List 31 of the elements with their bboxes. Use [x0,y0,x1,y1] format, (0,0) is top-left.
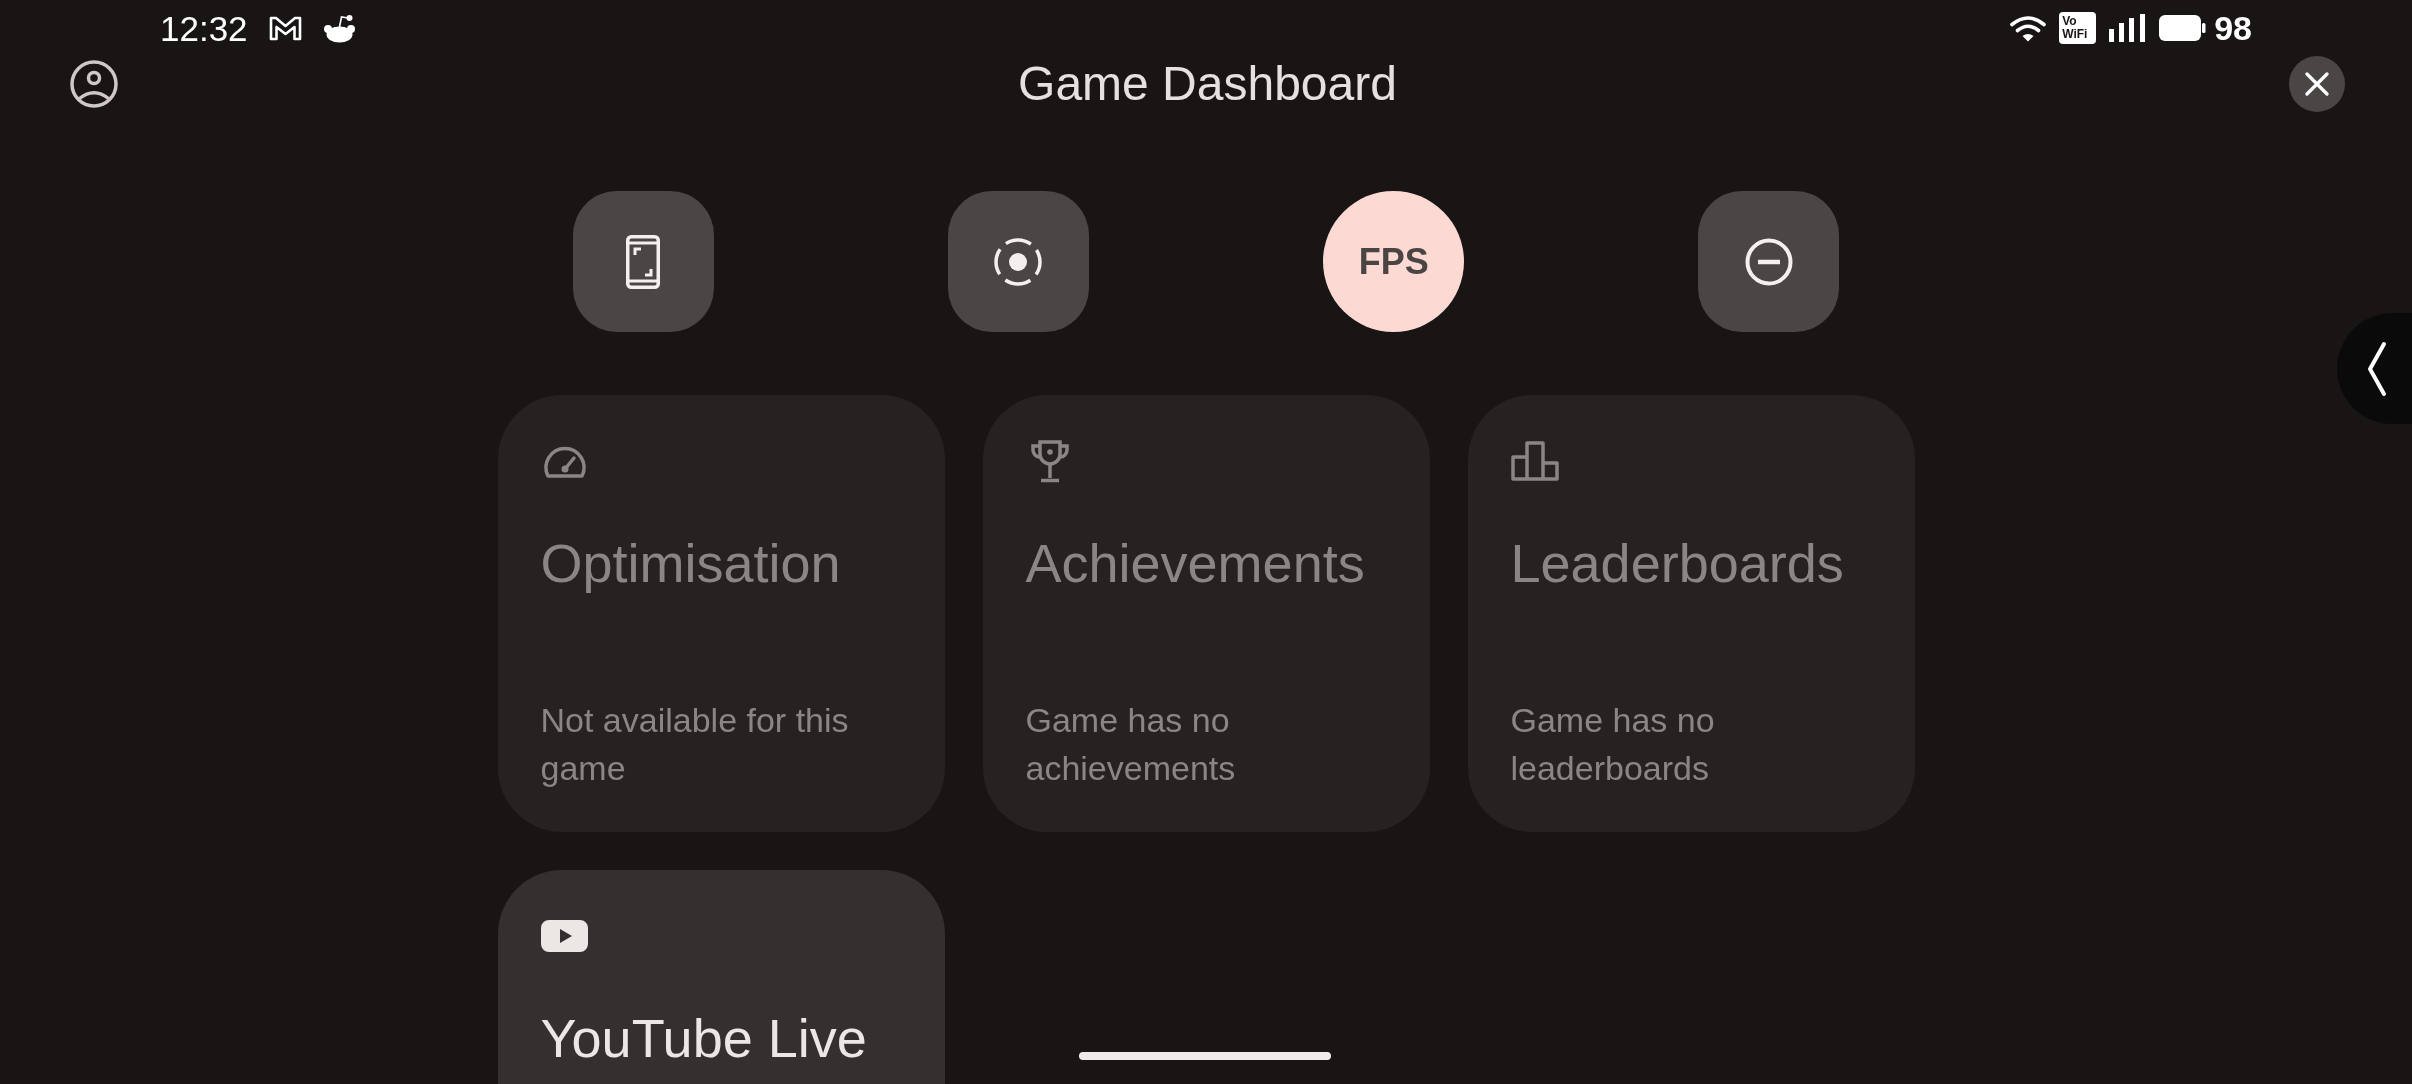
account-icon[interactable] [70,60,118,108]
side-panel-handle[interactable] [2337,313,2412,424]
toggle-button[interactable] [1698,191,1840,332]
vowifi-badge: Vo WiFi [2059,12,2097,44]
chevron-left-icon [2367,340,2387,397]
clock-time: 12:32 [160,10,248,46]
toggle-button[interactable]: FPS [1323,191,1465,332]
dashboard-tile[interactable]: YouTube Live [497,870,945,1084]
alien-logo-icon [322,13,356,43]
tile-title: Leaderboards [1510,533,1845,593]
tile-title: Achievements [1025,533,1366,593]
page-title: Game Dashboard [1018,56,1397,112]
close-button[interactable] [2289,56,2345,112]
battery-percentage: 98 [2214,11,2252,45]
toggle-button[interactable] [947,191,1089,332]
tile-subtitle: Not available for this game [540,700,850,789]
tile-subtitle: Game has no achievements [1025,700,1237,789]
battery-icon [2159,15,2207,41]
tile-title: Optimisation [540,533,842,593]
mail-logo-icon [268,15,302,41]
signal-icon [2109,14,2147,42]
minus-circle-icon [1745,237,1793,286]
phone-icon [626,234,660,289]
tile-title: YouTube Live [540,1008,868,1068]
tile-subtitle: Game has no leaderboards [1510,700,1716,789]
video-play-icon [540,920,588,952]
record-icon [992,235,1045,288]
wifi-icon [2010,14,2047,42]
podium-icon [1510,441,1559,481]
close-icon [2305,72,2329,96]
toggle-button[interactable] [572,191,714,332]
